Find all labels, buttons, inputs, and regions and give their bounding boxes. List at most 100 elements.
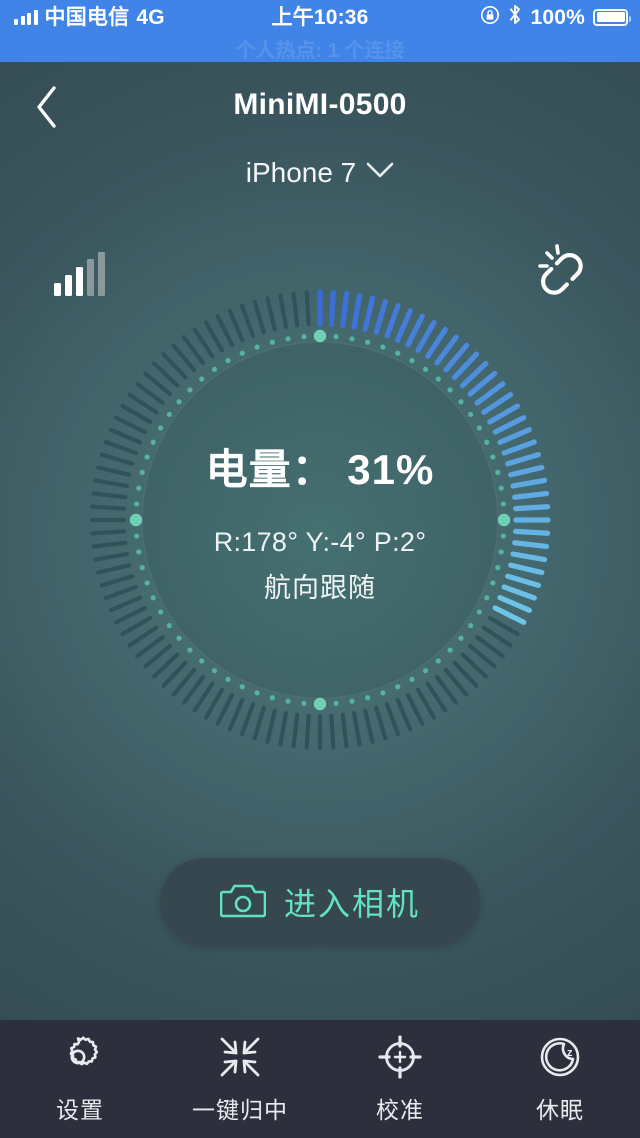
dial-dot <box>484 439 490 445</box>
dial-tick <box>328 289 336 327</box>
dial-tick <box>505 573 542 588</box>
dial-tick <box>501 439 537 456</box>
dial-tick <box>492 415 527 435</box>
device-selector[interactable]: iPhone 7 <box>0 157 640 189</box>
dial-dot <box>365 339 371 345</box>
dial-tick <box>510 477 548 489</box>
device-name-label: iPhone 7 <box>245 157 357 188</box>
dial-tick <box>99 574 135 588</box>
dial-tick <box>93 551 130 562</box>
dial-tick <box>508 562 545 576</box>
dial-tick <box>291 712 300 749</box>
app-screen: MiniMI-0500 iPhone 7 电量： 31% R:178° Y:-4… <box>0 62 640 1138</box>
nav-item-sleep[interactable]: z 休眠 <box>480 1020 640 1138</box>
nav-label-calibrate: 校准 <box>376 1097 424 1123</box>
dial-dot <box>435 658 441 664</box>
dial-tick <box>329 713 336 750</box>
dial-tick <box>96 465 132 477</box>
dial-dot <box>239 350 245 356</box>
dial-tick <box>114 415 147 435</box>
dial-cardinal-dot <box>313 697 327 711</box>
dial-tick <box>103 584 138 601</box>
dial-dot <box>254 344 260 350</box>
dial-dot <box>349 698 355 704</box>
sleep-moon-icon: z <box>536 1033 584 1081</box>
dial-dot <box>476 609 482 615</box>
dial-dot <box>166 622 172 629</box>
bottom-nav-bar: 设置 一键归中 校准 z 休眠 <box>0 1020 640 1138</box>
dial-tick <box>120 403 153 425</box>
nav-item-calibrate[interactable]: 校准 <box>320 1020 480 1138</box>
dial-tick <box>215 314 235 347</box>
dial-tick <box>512 540 550 550</box>
dial-tick <box>304 713 311 750</box>
dial-dot <box>380 344 386 350</box>
dial-tick <box>505 452 542 467</box>
dial-tick <box>252 705 266 741</box>
dial-dot <box>139 469 145 475</box>
dial-dot <box>468 622 474 629</box>
clock-label: 上午10:36 <box>271 5 369 29</box>
battery-percent-label: 100% <box>530 5 585 29</box>
ios-status-bar: 中国电信 4G 上午10:36 100% 个人热点: 1 个连接 <box>0 0 640 62</box>
dial-cardinal-dot <box>129 513 143 527</box>
dial-tick <box>304 290 311 327</box>
dial-tick <box>384 702 401 737</box>
dial-dot <box>498 485 504 491</box>
dial-dot <box>447 647 453 653</box>
dial-dot <box>176 399 182 405</box>
dial-tick <box>373 298 388 335</box>
dial-tick <box>252 299 266 335</box>
dial-tick <box>513 504 551 512</box>
dial-dot <box>158 425 164 431</box>
dial-tick <box>384 303 401 339</box>
dial-tick <box>227 308 245 343</box>
dial-dot <box>225 676 231 682</box>
enter-camera-button[interactable]: 进入相机 <box>160 858 480 946</box>
chevron-down-icon <box>366 162 394 184</box>
battery-icon <box>593 8 631 26</box>
dial-tick <box>91 540 128 549</box>
dial-dot <box>176 635 182 641</box>
dial-dot <box>166 411 172 418</box>
dial-dot <box>187 647 193 653</box>
dial-tick <box>492 605 527 625</box>
dial-tick <box>99 452 135 466</box>
dial-dot <box>144 454 150 460</box>
dial-dot <box>500 501 506 507</box>
dial-dot <box>495 469 501 475</box>
dial-tick <box>351 710 362 747</box>
dial-dot <box>435 376 441 382</box>
dial-dot <box>484 595 490 601</box>
gear-icon <box>56 1033 104 1081</box>
page-title: MiniMI-0500 <box>233 88 407 121</box>
dial-dot <box>333 334 339 340</box>
dial-tick <box>90 504 127 511</box>
dial-tick <box>278 710 289 747</box>
dial-dot <box>211 366 218 372</box>
dial-dot <box>447 387 453 393</box>
dial-dot <box>498 549 504 555</box>
dial-dot <box>495 565 501 571</box>
dial-dot <box>380 690 386 696</box>
dial-dot <box>136 549 142 555</box>
dial-tick <box>108 595 143 613</box>
dial-tick <box>108 427 143 445</box>
dial-tick <box>510 551 548 563</box>
dial-dot <box>199 376 205 382</box>
dial-tick <box>487 615 520 637</box>
dial-tick <box>512 490 550 500</box>
nav-item-recenter[interactable]: 一键归中 <box>160 1020 320 1138</box>
dial-dot <box>187 387 193 393</box>
enter-camera-label: 进入相机 <box>283 886 420 922</box>
dial-inner-circle <box>141 341 499 699</box>
dial-dot <box>395 684 401 690</box>
dial-dot <box>395 350 401 356</box>
dial-tick <box>203 687 225 720</box>
dial-tick <box>215 693 235 726</box>
nav-item-settings[interactable]: 设置 <box>0 1020 160 1138</box>
dial-tick <box>93 478 130 489</box>
dial-dot <box>139 565 145 571</box>
dial-dot <box>333 700 339 706</box>
nav-label-recenter: 一键归中 <box>192 1097 288 1123</box>
